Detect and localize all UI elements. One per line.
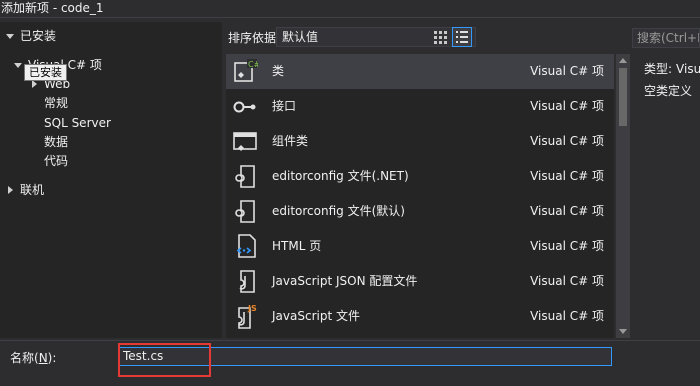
expand-arrow-icon[interactable]	[6, 34, 14, 39]
highlight-box	[118, 343, 211, 377]
interface-icon	[233, 101, 256, 113]
list-item[interactable]: 接口 Visual C# 项	[226, 89, 614, 124]
small-icons-view-button[interactable]	[430, 27, 450, 47]
javascript-file-icon: JS	[238, 304, 257, 329]
tree-node-code[interactable]: 代码	[44, 152, 68, 170]
template-name: JavaScript JSON 配置文件	[272, 274, 418, 288]
name-row: 名称(N): Test.cs	[0, 340, 700, 386]
sort-label: 排序依据:	[228, 31, 281, 45]
collapse-arrow-icon[interactable]	[32, 80, 37, 88]
tree-node-sql-server[interactable]: SQL Server	[44, 114, 111, 132]
tree-label-data: 数据	[44, 135, 69, 149]
tree-label-general: 常规	[44, 96, 69, 110]
tree-label-sql-server: SQL Server	[44, 116, 111, 130]
template-name: editorconfig 文件(.NET)	[272, 169, 409, 183]
tree-node-data[interactable]: 数据	[44, 133, 68, 151]
json-config-icon	[239, 270, 255, 293]
scroll-down-icon[interactable]	[619, 329, 627, 334]
list-view-icon	[456, 31, 468, 43]
name-label: 名称(N):	[10, 349, 56, 366]
tree-node-general[interactable]: 常规	[44, 94, 68, 112]
template-name: 组件类	[272, 134, 309, 148]
tree-label-code: 代码	[44, 154, 69, 168]
template-language: Visual C# 项	[530, 169, 604, 183]
template-language: Visual C# 项	[530, 64, 604, 78]
tooltip: 已安装	[24, 64, 67, 81]
template-list-scrollbar[interactable]	[616, 54, 630, 338]
expand-arrow-icon[interactable]	[14, 63, 22, 68]
template-name: 接口	[272, 99, 297, 113]
tree-label-installed: 已安装	[20, 29, 57, 43]
name-label-accesskey: N	[38, 351, 48, 365]
template-name: HTML 页	[272, 239, 322, 253]
editorconfig-icon	[235, 165, 255, 188]
template-language: Visual C# 项	[530, 99, 604, 113]
csharp-class-icon: C#	[234, 59, 258, 82]
template-language: Visual C# 项	[530, 239, 604, 253]
template-name: JavaScript 文件	[272, 309, 360, 323]
template-language: Visual C# 项	[530, 134, 604, 148]
template-language: Visual C# 项	[530, 204, 604, 218]
list-item[interactable]: HTML 页 Visual C# 项	[226, 229, 614, 264]
list-item[interactable]: editorconfig 文件(默认) Visual C# 项	[226, 194, 614, 229]
list-item[interactable]: JS JavaScript 文件 Visual C# 项	[226, 299, 614, 334]
collapse-arrow-icon[interactable]	[8, 186, 13, 194]
scroll-up-icon[interactable]	[619, 58, 627, 63]
list-item[interactable]: C# 类 Visual C# 项	[226, 54, 614, 89]
template-name: 类	[272, 64, 285, 78]
html-page-icon	[236, 234, 256, 258]
tree-label-online: 联机	[20, 183, 45, 197]
template-language: Visual C# 项	[530, 274, 604, 288]
template-type: 类型:Visual C# 项	[644, 60, 700, 77]
sort-bar: 排序依据: 默认值	[222, 24, 630, 50]
details-panel: 类型:Visual C# 项 空类定义	[636, 58, 700, 338]
scrollbar-thumb[interactable]	[619, 68, 627, 126]
svg-text:C#: C#	[248, 60, 258, 69]
list-item[interactable]: 组件类 Visual C# 项	[226, 124, 614, 159]
component-class-icon	[233, 132, 257, 151]
type-value: Visual C# 项	[676, 62, 700, 76]
list-view-button[interactable]	[452, 27, 472, 47]
svg-text:JS: JS	[247, 304, 257, 313]
search-input[interactable]: 搜索(Ctrl+E)	[632, 28, 700, 48]
editorconfig-icon	[235, 200, 255, 223]
template-language: Visual C# 项	[530, 309, 604, 323]
type-label: 类型:	[644, 62, 673, 76]
template-description: 空类定义	[644, 84, 693, 98]
list-item[interactable]: JavaScript JSON 配置文件 Visual C# 项	[226, 264, 614, 299]
name-label-prefix: 名称(	[10, 351, 39, 365]
name-label-suffix: ):	[47, 351, 57, 365]
template-list: C# 类 Visual C# 项 接口 Visual C# 项 组件类 Visu…	[226, 54, 614, 338]
sort-value: 默认值	[282, 30, 319, 44]
window-title: 添加新项 - code_1	[0, 0, 700, 18]
list-item[interactable]: editorconfig 文件(.NET) Visual C# 项	[226, 159, 614, 194]
grid-view-icon	[434, 31, 447, 44]
template-name: editorconfig 文件(默认)	[272, 204, 405, 218]
